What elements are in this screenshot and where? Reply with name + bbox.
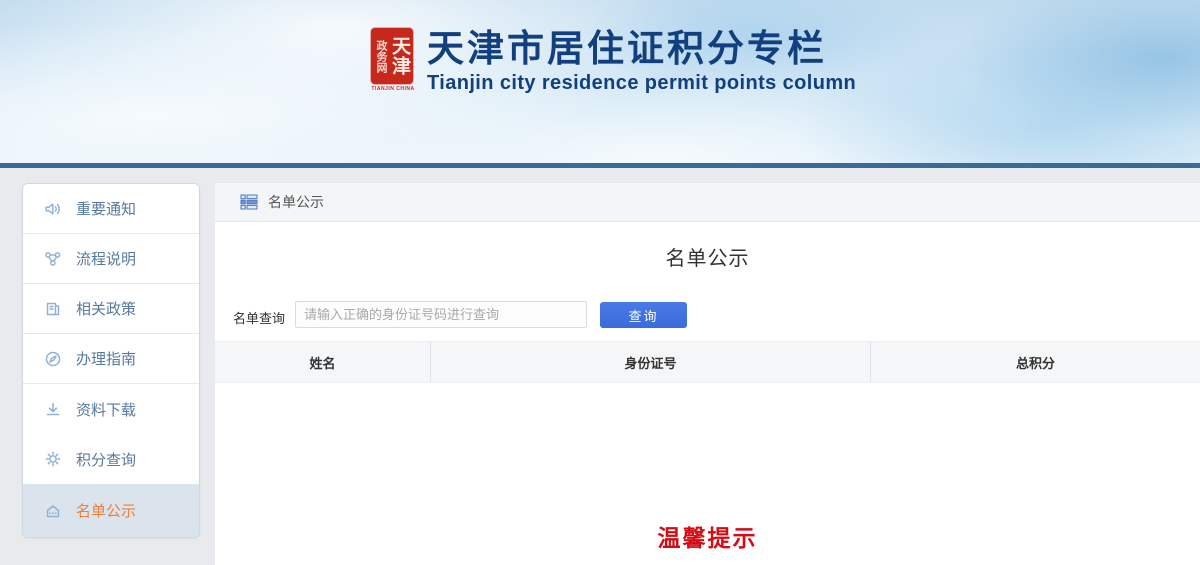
- site-title: 天津市居住证积分专栏: [427, 28, 827, 69]
- sidebar-menu: 重要通知 流程说明 相关政策 办理指南 资料下载 积分查询 名单公示: [22, 183, 200, 538]
- sidebar-item-important-notices[interactable]: 重要通知: [23, 184, 199, 234]
- sidebar-item-label: 办理指南: [76, 351, 137, 368]
- sidebar-item-label: 重要通知: [76, 201, 137, 218]
- id-number-search-input[interactable]: [295, 301, 587, 328]
- sidebar-item-data-download[interactable]: 资料下载: [23, 384, 199, 434]
- sidebar-item-label: 资料下载: [76, 401, 137, 419]
- breadcrumb: 名单公示: [215, 183, 1200, 222]
- brand-text: 天津市居住证积分专栏 Tianjin city residence permit…: [427, 28, 856, 95]
- seal-side-chars: 政务网: [375, 39, 387, 73]
- flow-icon: [43, 249, 63, 269]
- compass-icon: [43, 349, 63, 369]
- brand: 天津 政务网 TIANJIN CHINA 天津市居住证积分专栏 Tianjin …: [371, 28, 856, 95]
- site-header: 天津 政务网 TIANJIN CHINA 天津市居住证积分专栏 Tianjin …: [0, 0, 1200, 163]
- sidebar-item-points-inquiry[interactable]: 积分查询: [23, 434, 199, 484]
- site-subtitle: Tianjin city residence permit points col…: [427, 72, 857, 94]
- speaker-icon: [43, 199, 63, 219]
- seal-main-chars: 天津: [389, 36, 410, 76]
- sidebar-item-label: 名单公示: [76, 503, 137, 520]
- column-header-total-points: 总积分: [870, 342, 1200, 382]
- sidebar-item-label: 流程说明: [76, 251, 137, 268]
- column-header-name: 姓名: [309, 355, 336, 371]
- sidebar-item-roster-publicity[interactable]: 名单公示: [23, 484, 199, 537]
- header-divider-bar: [0, 163, 1200, 168]
- roster-search-form: 名单查询 查询: [215, 301, 1200, 331]
- seal-caption: TIANJIN CHINA: [371, 86, 415, 92]
- points-icon: [43, 449, 63, 469]
- roster-icon: [43, 501, 63, 521]
- page-title: 名单公示: [665, 248, 750, 270]
- warm-tips-heading: 温馨提示: [657, 525, 758, 551]
- list-grid-icon: [240, 194, 258, 210]
- download-icon: [43, 399, 63, 419]
- sidebar-item-handling-guide[interactable]: 办理指南: [23, 334, 199, 384]
- sidebar-item-label: 相关政策: [76, 301, 137, 318]
- search-button[interactable]: 查询: [600, 302, 687, 328]
- breadcrumb-label: 名单公示: [268, 194, 324, 210]
- roster-table-header: 姓名 身份证号 总积分: [215, 341, 1200, 383]
- main-content: 名单公示 名单公示 名单查询 查询 姓名 身份证号 总积分 温馨提示: [215, 183, 1200, 565]
- sidebar-item-related-policies[interactable]: 相关政策: [23, 284, 199, 334]
- policy-icon: [43, 299, 63, 319]
- column-header-id-number: 身份证号: [430, 342, 870, 382]
- sidebar-item-label: 积分查询: [76, 451, 137, 469]
- search-label: 名单查询: [233, 311, 286, 326]
- seal-stamp: 天津 政务网: [371, 28, 413, 84]
- sidebar-item-process-description[interactable]: 流程说明: [23, 234, 199, 284]
- tianjin-seal-logo: 天津 政务网 TIANJIN CHINA: [371, 28, 415, 92]
